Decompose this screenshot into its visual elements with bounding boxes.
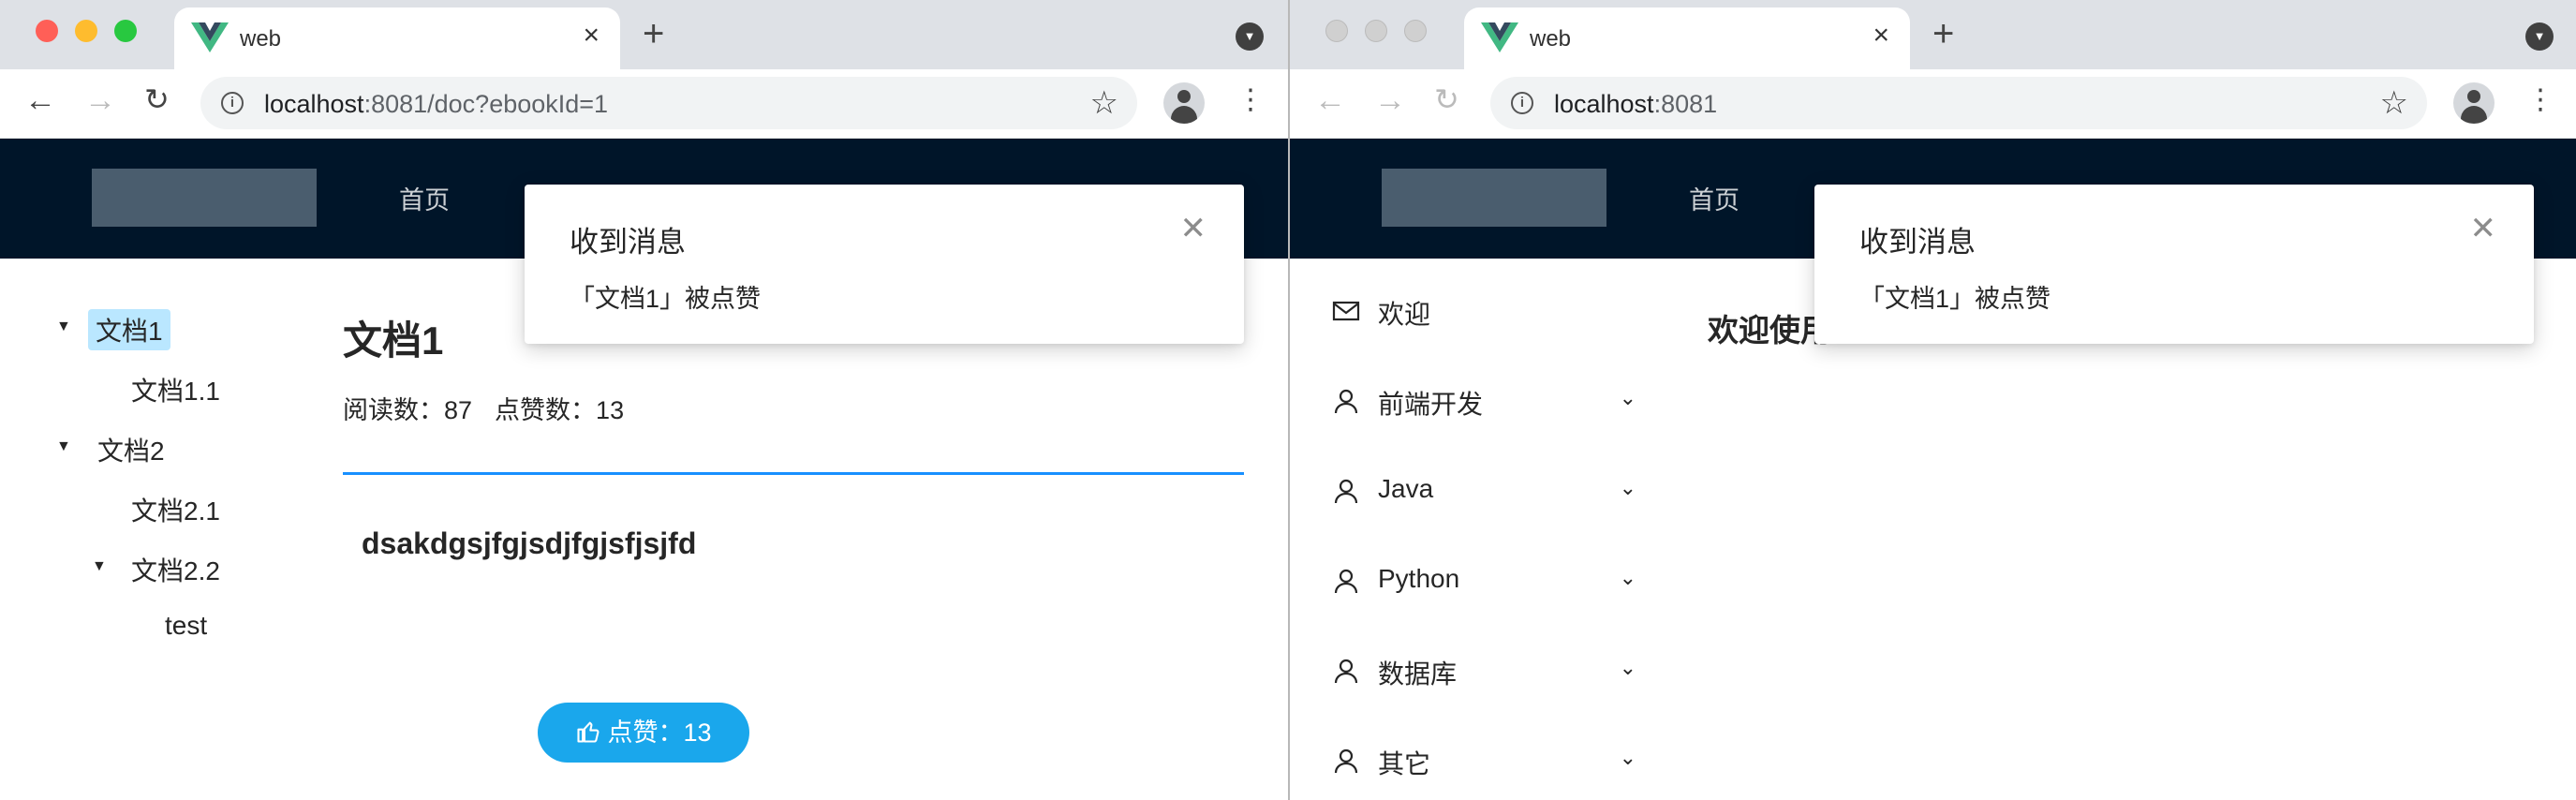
logo [1382,169,1606,227]
browser-window-right: web × + ▼ ← → ↻ i localhost:8081 ☆ ⋮ 首页 … [1290,0,2576,800]
nav-home[interactable]: 首页 [1689,180,1740,216]
close-window-icon[interactable] [36,20,58,42]
read-count: 阅读数：87 [343,396,473,424]
new-tab-icon[interactable]: + [643,15,664,52]
mail-icon [1332,301,1360,321]
site-info-icon[interactable]: i [1511,92,1533,114]
tree-node-label[interactable]: test [157,609,215,643]
tab-bar: web × + ▼ [1290,0,2576,69]
user-icon [1334,569,1358,594]
chevron-down-icon: ⌄ [1619,476,1636,499]
vue-logo-icon [1481,22,1518,52]
like-button[interactable]: 点赞：13 [538,703,749,763]
chevron-down-icon: ⌄ [1619,656,1636,679]
bookmark-star-icon[interactable]: ☆ [1090,84,1118,122]
chevron-down-icon: ⌄ [1619,386,1636,409]
notification-description: 「文档1」被点赞 [1859,285,2051,313]
profile-avatar-icon[interactable] [1163,82,1205,124]
back-icon[interactable]: ← [24,84,56,116]
new-tab-icon[interactable]: + [1932,15,1954,52]
tree-node-label[interactable]: 文档2 [90,429,172,470]
caret-down-icon[interactable]: ▼ [56,438,71,455]
doc-title: 文档1 [343,319,444,363]
minimize-window-icon[interactable] [1365,20,1387,42]
maximize-window-icon[interactable] [1404,20,1427,42]
notification-close-icon[interactable]: ✕ [1180,213,1207,244]
sidebar-item-frontend[interactable]: 前端开发 ⌄ [1331,377,1636,423]
like-button-label: 点赞：13 [607,719,712,747]
caret-down-icon[interactable]: ▼ [56,319,71,335]
minimize-window-icon[interactable] [75,20,97,42]
notification: 收到消息 「文档1」被点赞 ✕ [525,185,1244,344]
sidebar-item-java[interactable]: Java ⌄ [1331,467,1636,513]
chevron-down-icon: ⌄ [1619,746,1636,769]
reload-icon[interactable]: ↻ [144,84,170,114]
tab-title: web [1530,26,1572,52]
sidebar-item-label: 前端开发 [1378,390,1484,419]
divider [343,472,1244,475]
chevron-down-icon: ⌄ [1619,566,1636,589]
site-info-icon[interactable]: i [221,92,244,114]
tree-node-label[interactable]: 文档1.1 [124,369,228,410]
sidebar-item-welcome[interactable]: 欢迎 [1331,287,1636,333]
browser-window-left: web × + ▼ ← → ↻ i localhost:8081/doc?ebo… [0,0,1288,800]
tree-node-label[interactable]: 文档2.2 [124,549,228,590]
sidebar-item-label: 欢迎 [1378,300,1431,329]
browser-tab[interactable]: web × [174,7,620,69]
sidebar-item-label: Java [1378,474,1434,503]
forward-icon[interactable]: → [1374,84,1406,116]
welcome-heading: 欢迎使用 [1708,313,1831,348]
tree-node-label[interactable]: 文档1 [88,309,170,350]
sidebar-item-database[interactable]: 数据库 ⌄ [1331,646,1636,693]
sidebar-item-other[interactable]: 其它 ⌄ [1331,736,1636,783]
more-menu-icon[interactable]: ⋮ [1236,86,1265,114]
logo [92,169,317,227]
tab-bar: web × + ▼ [0,0,1288,69]
nav-home[interactable]: 首页 [399,180,450,216]
notification: 收到消息 「文档1」被点赞 ✕ [1814,185,2534,344]
user-icon [1334,479,1358,504]
close-window-icon[interactable] [1325,20,1348,42]
back-icon[interactable]: ← [1314,84,1346,116]
browser-tab[interactable]: web × [1464,7,1910,69]
notification-description: 「文档1」被点赞 [570,285,762,313]
tab-search-icon[interactable]: ▼ [1236,22,1264,51]
sidebar-item-label: Python [1378,564,1460,593]
url-text[interactable]: localhost:8081/doc?ebookId=1 [264,90,608,119]
like-count: 点赞数：13 [495,396,625,424]
address-bar[interactable]: i localhost:8081 ☆ [1490,77,2427,129]
bookmark-star-icon[interactable]: ☆ [2380,84,2408,122]
user-icon [1334,389,1358,414]
profile-avatar-icon[interactable] [2453,82,2495,124]
forward-icon[interactable]: → [84,84,116,116]
user-icon [1334,748,1358,774]
browser-toolbar: ← → ↻ i localhost:8081 ☆ ⋮ [1290,69,2576,139]
tab-title: web [240,26,282,52]
address-bar[interactable]: i localhost:8081/doc?ebookId=1 ☆ [200,77,1137,129]
vue-logo-icon [191,22,229,52]
tab-search-icon[interactable]: ▼ [2525,22,2554,51]
notification-close-icon[interactable]: ✕ [2470,213,2497,244]
reload-icon[interactable]: ↻ [1434,84,1459,114]
browser-toolbar: ← → ↻ i localhost:8081/doc?ebookId=1 ☆ ⋮ [0,69,1288,139]
maximize-window-icon[interactable] [114,20,137,42]
url-text[interactable]: localhost:8081 [1554,90,1717,119]
notification-title: 收到消息 [570,226,686,259]
tree-node-label[interactable]: 文档2.1 [124,489,228,530]
sidebar-item-label: 其它 [1378,749,1431,778]
user-icon [1334,659,1358,684]
sidebar-item-python[interactable]: Python ⌄ [1331,556,1636,603]
notification-title: 收到消息 [1859,226,1976,259]
more-menu-icon[interactable]: ⋮ [2526,86,2554,114]
like-icon [577,721,600,743]
tab-close-icon[interactable]: × [583,22,600,50]
tab-close-icon[interactable]: × [1873,22,1889,50]
doc-content: dsakdgsjfgjsdjfgjsfjsjfd [362,526,697,560]
sidebar-item-label: 数据库 [1378,659,1458,689]
caret-down-icon[interactable]: ▼ [92,558,107,575]
doc-stats: 阅读数：87 点赞数：13 [343,390,646,426]
